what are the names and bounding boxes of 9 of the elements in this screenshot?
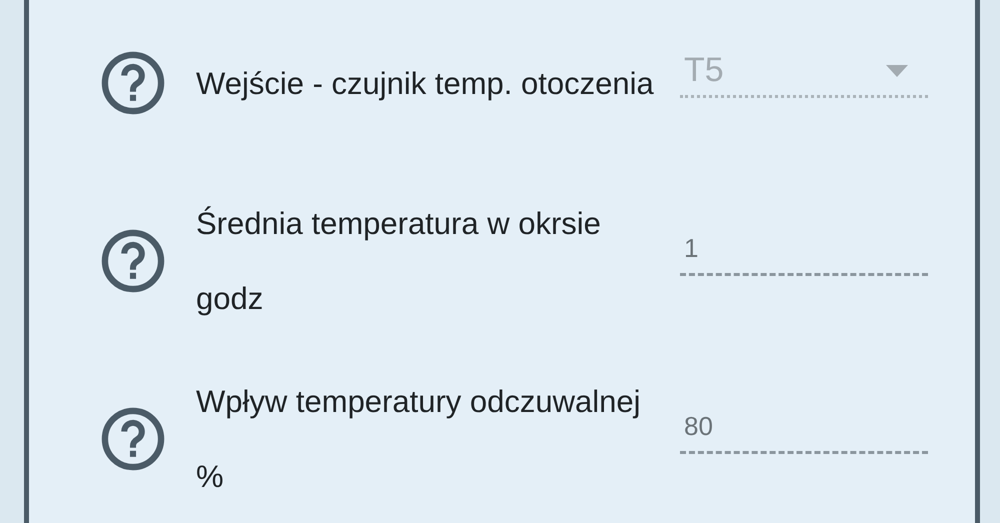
caret-icon (886, 64, 908, 76)
setting-label: Średnia temperatura w okrsie godz (196, 205, 602, 318)
help-icon[interactable] (100, 406, 166, 472)
setting-label: Wejście - czujnik temp. otoczenia (196, 64, 655, 102)
input-field[interactable]: 1 (680, 224, 928, 276)
help-icon[interactable] (100, 228, 166, 294)
input-field[interactable]: 80 (680, 402, 928, 454)
help-icon[interactable] (100, 50, 166, 116)
setting-label: Wpływ temperatury odczuwalnej % (196, 383, 642, 496)
